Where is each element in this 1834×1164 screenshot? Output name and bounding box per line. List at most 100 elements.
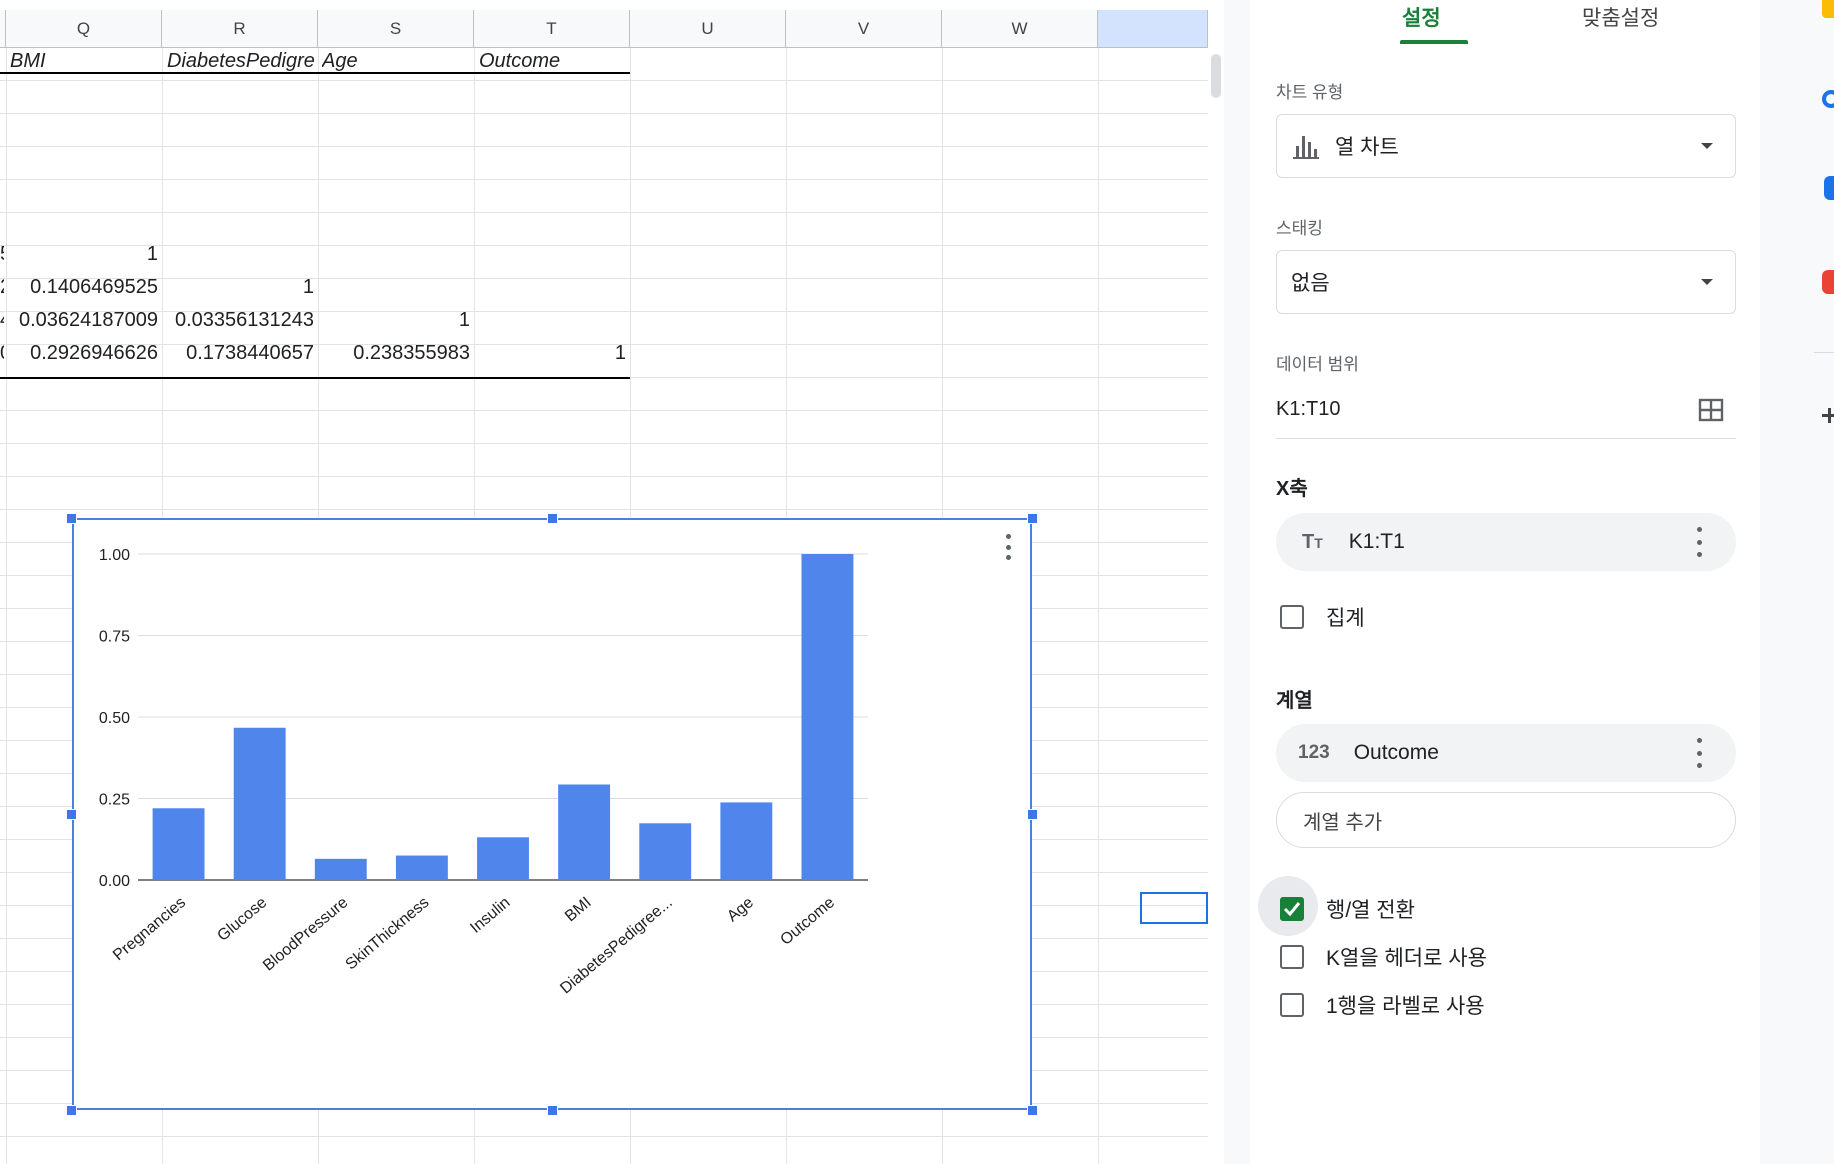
chart-type-value: 열 차트	[1335, 136, 1399, 159]
column-header-r[interactable]: R	[162, 10, 318, 48]
use-col-k-header-row[interactable]: K열을 헤더로 사용	[1276, 942, 1487, 972]
more-vert-icon[interactable]	[1696, 527, 1702, 557]
stacking-label: 스태킹	[1276, 219, 1323, 238]
data-range-value: K1:T10	[1276, 398, 1341, 420]
stacking-select[interactable]: 없음	[1276, 250, 1736, 314]
resize-handle-right[interactable]	[1027, 809, 1038, 820]
cell-q8[interactable]: 0.03624187009	[6, 304, 158, 337]
x-tick-label: BMI	[562, 894, 595, 925]
aggregate-checkbox-row[interactable]: 집계	[1276, 602, 1365, 632]
x-axis-heading: X축	[1276, 478, 1308, 500]
y-tick-label: 0.75	[99, 629, 130, 646]
chart-bar	[801, 554, 854, 880]
resize-handle-bottom-left[interactable]	[66, 1105, 77, 1116]
number-type-icon: 123	[1298, 742, 1330, 763]
text-type-icon: TT	[1302, 530, 1323, 553]
cell-s9[interactable]: 0.238355983	[318, 337, 470, 370]
chart-type-label: 차트 유형	[1276, 83, 1344, 102]
switch-rows-cols-label: 행/열 전환	[1326, 899, 1415, 922]
cell-edge-r9[interactable]: 0	[0, 337, 4, 370]
cell-q9[interactable]: 0.2926946626	[6, 337, 158, 370]
selected-cell[interactable]	[1140, 892, 1208, 924]
resize-handle-top-right[interactable]	[1027, 513, 1038, 524]
column-header-t[interactable]: T	[474, 10, 630, 48]
side-addon-strip	[1760, 0, 1834, 1164]
strip-divider	[1814, 352, 1834, 353]
y-tick-label: 1.00	[99, 547, 130, 564]
scrollbar-thumb[interactable]	[1211, 54, 1221, 98]
tab-customize[interactable]: 맞춤설정	[1582, 2, 1659, 32]
use-col-k-header-checkbox[interactable]	[1280, 945, 1304, 969]
x-tick-label: Pregnancies	[110, 894, 189, 964]
series-value: Outcome	[1353, 741, 1439, 764]
x-axis-range-chip[interactable]: TT K1:T1	[1276, 513, 1736, 571]
resize-handle-bottom[interactable]	[547, 1105, 558, 1116]
chart-bar	[314, 858, 367, 880]
chart-canvas: 1.00 0.75 0.50 0.25 0.00 Pregnancies GlucoseBl…	[99, 547, 868, 997]
plus-icon-stem	[1828, 408, 1831, 423]
chart-bar	[477, 837, 529, 880]
chart-bar	[152, 808, 205, 880]
cell-q7[interactable]: 0.1406469525	[6, 271, 158, 304]
contacts-icon[interactable]	[1824, 176, 1834, 200]
column-header-q[interactable]: Q	[6, 10, 162, 48]
cell-edge-r8[interactable]: 4	[0, 304, 4, 337]
stacking-value: 없음	[1291, 272, 1330, 295]
chart-menu-button[interactable]	[1004, 534, 1012, 560]
use-row1-labels-label: 1행을 라벨로 사용	[1326, 995, 1485, 1018]
resize-handle-top-left[interactable]	[66, 513, 77, 524]
cell-r8[interactable]: 0.03356131243	[162, 304, 314, 337]
chart-bar	[720, 802, 773, 880]
y-tick-label: 0.25	[99, 792, 130, 809]
column-header-v[interactable]: V	[786, 10, 942, 48]
grid-select-icon[interactable]	[1698, 398, 1724, 422]
cell-t9[interactable]: 1	[474, 337, 626, 370]
embedded-column-chart[interactable]: 1.00 0.75 0.50 0.25 0.00 Pregnancies Glucose Bl…	[72, 518, 1032, 1110]
column-header-selected[interactable]	[1098, 10, 1208, 48]
chart-editor-panel: 설정 맞춤설정 차트 유형 열 차트 스태킹 없음 데이터 범위 K1:T10 …	[1250, 0, 1760, 1164]
use-col-k-header-label: K열을 헤더로 사용	[1326, 947, 1487, 970]
resize-handle-bottom-right[interactable]	[1027, 1105, 1038, 1116]
maps-icon[interactable]	[1822, 270, 1834, 294]
tab-setup[interactable]: 설정	[1402, 2, 1441, 32]
column-header-w[interactable]: W	[942, 10, 1098, 48]
series-chip[interactable]: 123 Outcome	[1276, 724, 1736, 782]
cell-r7[interactable]: 1	[162, 271, 314, 304]
x-tick-label: Outcome	[777, 894, 838, 949]
resize-handle-left[interactable]	[66, 809, 77, 820]
data-range-input[interactable]: K1:T10	[1276, 388, 1736, 439]
cell-edge-r6[interactable]: 5	[0, 238, 4, 271]
use-row1-labels-checkbox[interactable]	[1280, 993, 1304, 1017]
chart-type-select[interactable]: 열 차트	[1276, 114, 1736, 178]
chart-bar	[233, 727, 286, 880]
cell-edge-r7[interactable]: 2	[0, 271, 4, 304]
x-tick-label: SkinThickness	[343, 894, 433, 973]
switch-rows-cols-row[interactable]: 행/열 전환	[1276, 894, 1415, 924]
chart-bar	[558, 784, 611, 880]
use-row1-labels-row[interactable]: 1행을 라벨로 사용	[1276, 990, 1485, 1020]
x-tick-label: Insulin	[467, 894, 513, 937]
tasks-icon[interactable]	[1822, 90, 1834, 108]
spreadsheet-grid[interactable]: Q R S T U V W BMI DiabetesPedigre Age Ou…	[0, 0, 1224, 1164]
x-axis-range-value: K1:T1	[1348, 530, 1405, 553]
more-vert-icon[interactable]	[1696, 738, 1702, 768]
column-header-s[interactable]: S	[318, 10, 474, 48]
column-header-u[interactable]: U	[630, 10, 786, 48]
resize-handle-top[interactable]	[547, 513, 558, 524]
cell-r9[interactable]: 0.1738440657	[162, 337, 314, 370]
y-tick-label: 0.50	[99, 710, 130, 727]
chevron-down-icon	[1701, 279, 1713, 285]
cell-s8[interactable]: 1	[318, 304, 470, 337]
chevron-down-icon	[1701, 143, 1713, 149]
cell-q6[interactable]: 1	[6, 238, 158, 271]
series-heading: 계열	[1276, 690, 1313, 712]
check-icon	[1283, 902, 1301, 917]
chart-bar	[395, 855, 448, 880]
vertical-scrollbar[interactable]	[1208, 48, 1224, 1164]
switch-rows-cols-checkbox[interactable]	[1280, 897, 1304, 921]
keep-icon[interactable]	[1822, 0, 1834, 18]
data-range-label: 데이터 범위	[1276, 355, 1359, 374]
x-tick-label: BloodPressure	[260, 894, 351, 975]
aggregate-checkbox[interactable]	[1280, 605, 1304, 629]
add-series-button[interactable]: 계열 추가	[1276, 792, 1736, 848]
